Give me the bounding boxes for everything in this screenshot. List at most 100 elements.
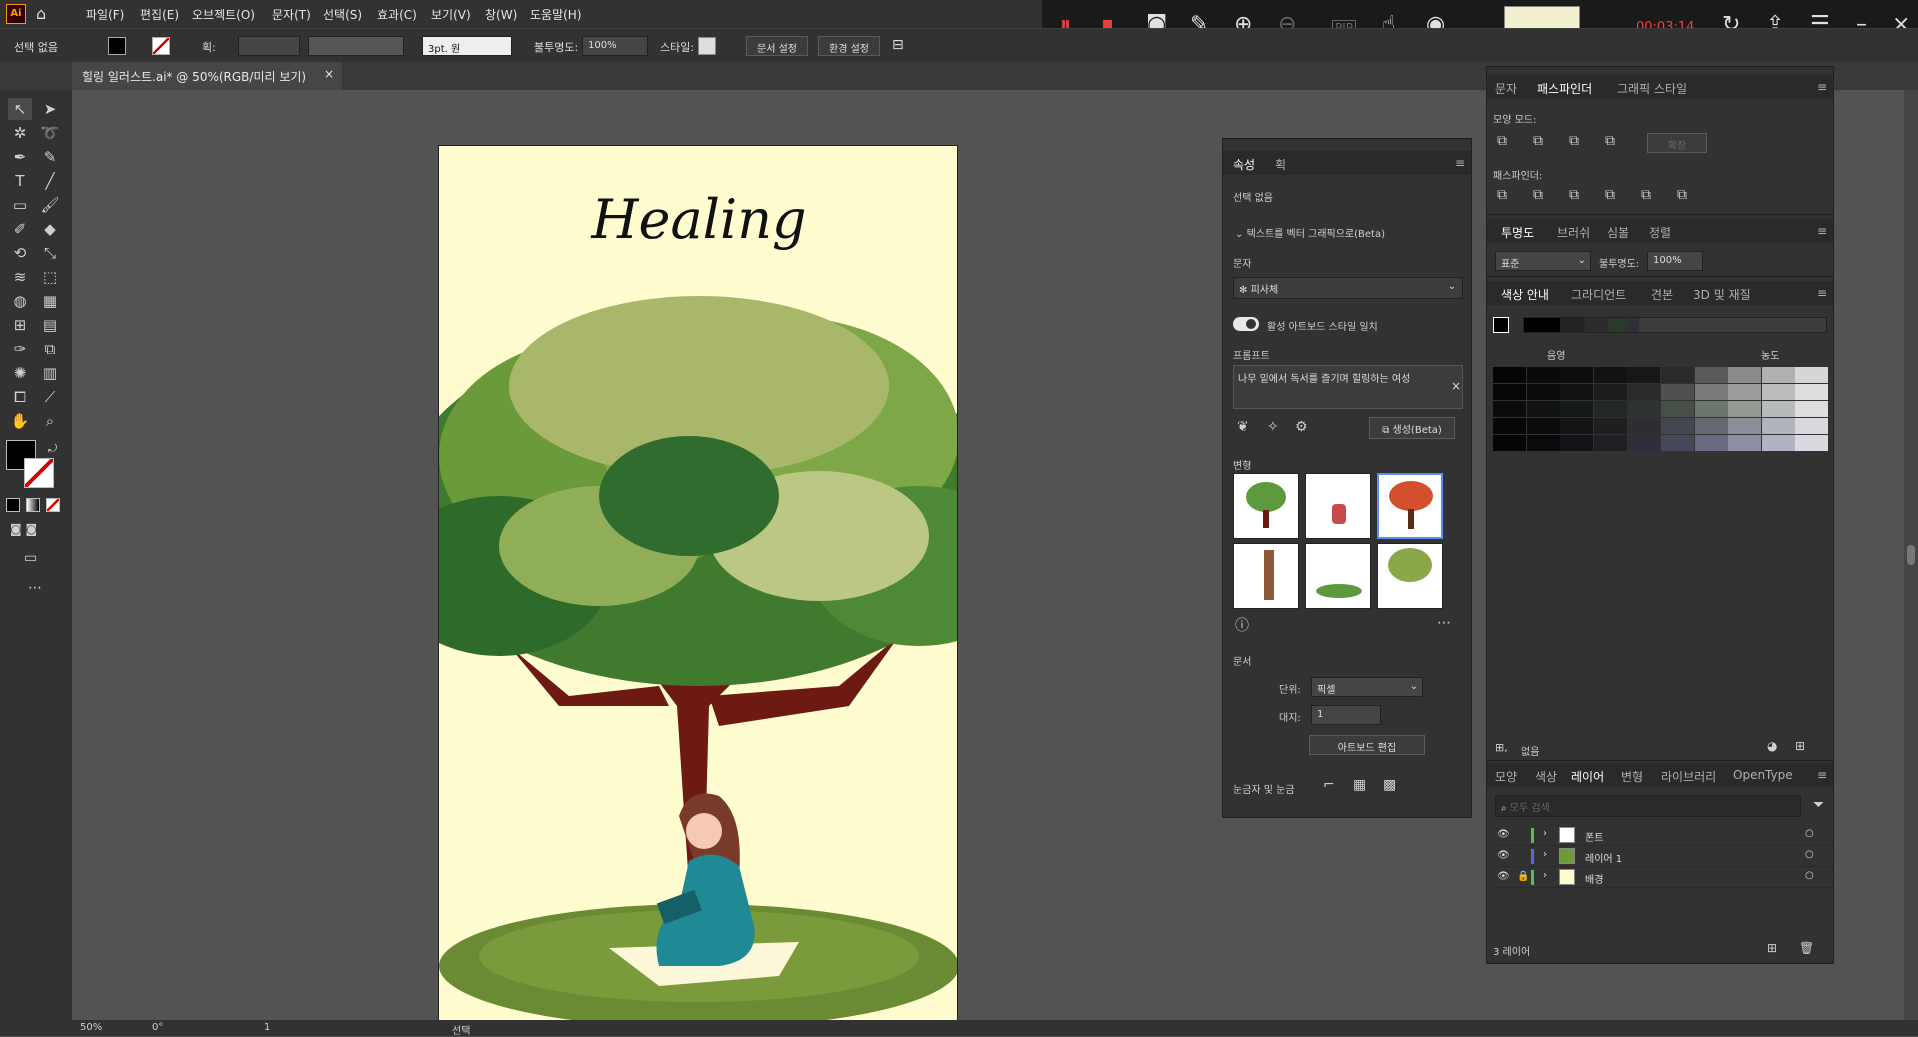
menu-view[interactable]: 보기(V)	[431, 6, 471, 23]
tab-transparency[interactable]: 투명도	[1501, 224, 1534, 241]
variation-thumbnail[interactable]	[1305, 473, 1371, 539]
artboard-nav-field[interactable]: 1	[264, 1022, 270, 1033]
color-variation-swatch[interactable]	[1728, 435, 1762, 451]
document-tab[interactable]: 힐링 일러스트.ai* @ 50%(RGB/미리 보기) ×	[72, 62, 342, 90]
color-variation-swatch[interactable]	[1694, 401, 1728, 417]
color-variation-swatch[interactable]	[1560, 401, 1594, 417]
match-style-toggle[interactable]	[1233, 317, 1259, 331]
free-transform-tool-icon[interactable]: ⬚	[38, 266, 62, 288]
slice-tool-icon[interactable]: ⟋	[38, 386, 62, 408]
vertical-scrollbar[interactable]	[1904, 90, 1918, 1020]
color-variation-swatch[interactable]	[1795, 435, 1829, 451]
color-variation-swatch[interactable]	[1694, 384, 1728, 400]
vector-section-title[interactable]: ⌄ 텍스트를 벡터 그래픽으로(Beta)	[1235, 225, 1385, 240]
warp-tool-icon[interactable]: ≋	[8, 266, 32, 288]
layer-search-input[interactable]: ⌕ 모두 검색	[1495, 795, 1801, 817]
minus-front-icon[interactable]: ⧉	[1533, 133, 1543, 149]
rectangle-tool-icon[interactable]: ▭	[8, 194, 32, 216]
transparency-grid-icon[interactable]: ▩	[1383, 777, 1396, 793]
draw-mode-icon[interactable]: ◙ ◙	[10, 522, 37, 536]
stroke-swatch[interactable]	[152, 37, 170, 55]
layer-row[interactable]: 👁 › 레이어 1 ○	[1495, 846, 1833, 867]
zoom-tool-icon[interactable]: ⌕	[38, 410, 62, 432]
color-variation-swatch[interactable]	[1661, 435, 1694, 451]
color-variation-swatch[interactable]	[1526, 401, 1560, 417]
blend-mode-select[interactable]: 표준 ⌄	[1495, 251, 1591, 271]
visibility-eye-icon[interactable]: 👁	[1497, 871, 1510, 882]
exclude-icon[interactable]: ⧉	[1605, 133, 1615, 149]
color-variation-swatch[interactable]	[1526, 367, 1560, 383]
unite-icon[interactable]: ⧉	[1497, 133, 1507, 149]
color-variation-swatch[interactable]	[1728, 367, 1762, 383]
artboard-select[interactable]: 1	[1311, 705, 1381, 725]
color-variation-swatch[interactable]	[1493, 435, 1526, 451]
outline-icon[interactable]: ⧉	[1641, 187, 1651, 203]
harmony-strip[interactable]	[1523, 317, 1827, 333]
color-variation-swatch[interactable]	[1728, 401, 1762, 417]
save-swatch-icon[interactable]: ⊞	[1795, 739, 1805, 753]
color-variation-swatch[interactable]	[1694, 418, 1728, 434]
variation-thumbnail[interactable]	[1233, 543, 1299, 609]
color-variation-swatch[interactable]	[1526, 435, 1560, 451]
color-variation-swatch[interactable]	[1761, 418, 1795, 434]
color-variation-swatch[interactable]	[1493, 418, 1526, 434]
variation-thumbnail[interactable]	[1233, 473, 1299, 539]
perspective-grid-tool-icon[interactable]: ▦	[38, 290, 62, 312]
minus-back-icon[interactable]: ⧉	[1677, 187, 1687, 203]
tab-gradient[interactable]: 그라디언트	[1571, 286, 1626, 303]
settings-gear-icon[interactable]: ⚙	[1295, 419, 1308, 435]
menu-type[interactable]: 문자(T)	[272, 6, 311, 23]
gradient-tool-icon[interactable]: ▤	[38, 314, 62, 336]
color-variation-swatch[interactable]	[1795, 367, 1829, 383]
visibility-eye-icon[interactable]: 👁	[1497, 829, 1510, 840]
color-variation-swatch[interactable]	[1761, 401, 1795, 417]
variable-width-field[interactable]	[308, 36, 404, 56]
expand-arrow-icon[interactable]: ›	[1543, 828, 1547, 839]
tab-properties[interactable]: 속성	[1233, 156, 1255, 173]
tab-layers[interactable]: 레이어	[1571, 768, 1604, 785]
trim-icon[interactable]: ⧉	[1533, 187, 1543, 203]
more-options-icon[interactable]: ⋯	[1437, 615, 1451, 631]
filter-icon[interactable]: ⏷	[1813, 797, 1824, 813]
style-swatch[interactable]	[698, 37, 716, 55]
tab-brushes[interactable]: 브러쉬	[1557, 224, 1590, 241]
artboard[interactable]: Healing	[438, 145, 958, 1025]
crop-icon[interactable]: ⧉	[1605, 187, 1615, 203]
more-tools-icon[interactable]: ⋯	[28, 580, 42, 596]
tab-symbols[interactable]: 심볼	[1607, 224, 1629, 241]
lock-icon[interactable]: 🔒	[1517, 871, 1529, 882]
hand-tool-icon[interactable]: ✋	[8, 410, 32, 432]
expand-button[interactable]: 확장	[1647, 133, 1707, 153]
color-variation-swatch[interactable]	[1493, 384, 1526, 400]
color-variation-swatch[interactable]	[1627, 435, 1661, 451]
eyedropper-tool-icon[interactable]: ✑	[8, 338, 32, 360]
color-variation-swatch[interactable]	[1795, 418, 1829, 434]
color-variation-swatch[interactable]	[1593, 367, 1627, 383]
style-picker-icon[interactable]: ❦	[1237, 419, 1249, 435]
scale-tool-icon[interactable]: ⤡	[38, 242, 62, 264]
menu-edit[interactable]: 편집(E)	[140, 6, 179, 23]
tab-character[interactable]: 문자	[1495, 80, 1517, 97]
color-variation-swatch[interactable]	[1593, 384, 1627, 400]
swap-colors-icon[interactable]: ⤾	[48, 442, 57, 456]
document-setup-button[interactable]: 문서 설정	[746, 36, 808, 56]
color-variation-swatch[interactable]	[1761, 367, 1795, 383]
grid-swatch-icon[interactable]: ⊞,	[1495, 741, 1508, 754]
menu-help[interactable]: 도움말(H)	[530, 6, 582, 23]
clear-prompt-icon[interactable]: ×	[1451, 379, 1461, 393]
variation-thumbnail[interactable]	[1377, 543, 1443, 609]
color-variation-swatch[interactable]	[1627, 367, 1661, 383]
base-color-swatch[interactable]	[1493, 317, 1509, 333]
color-variation-swatch[interactable]	[1661, 401, 1694, 417]
color-variation-swatch[interactable]	[1593, 418, 1627, 434]
suggestion-icon[interactable]: ✧	[1267, 419, 1279, 435]
magic-wand-tool-icon[interactable]: ✲	[8, 122, 32, 144]
brush-field[interactable]: 3pt. 원	[422, 36, 512, 56]
layer-row[interactable]: 👁 🔒 › 배경 ○	[1495, 867, 1833, 888]
color-picker-icon[interactable]: ◕	[1767, 739, 1777, 753]
color-variation-swatch[interactable]	[1560, 435, 1594, 451]
delete-layer-icon[interactable]: 🗑	[1799, 941, 1814, 955]
menu-effect[interactable]: 효과(C)	[377, 6, 417, 23]
screen-mode-icon[interactable]: ▭	[24, 550, 37, 566]
generate-button[interactable]: ⧉ 생성(Beta)	[1369, 417, 1455, 439]
